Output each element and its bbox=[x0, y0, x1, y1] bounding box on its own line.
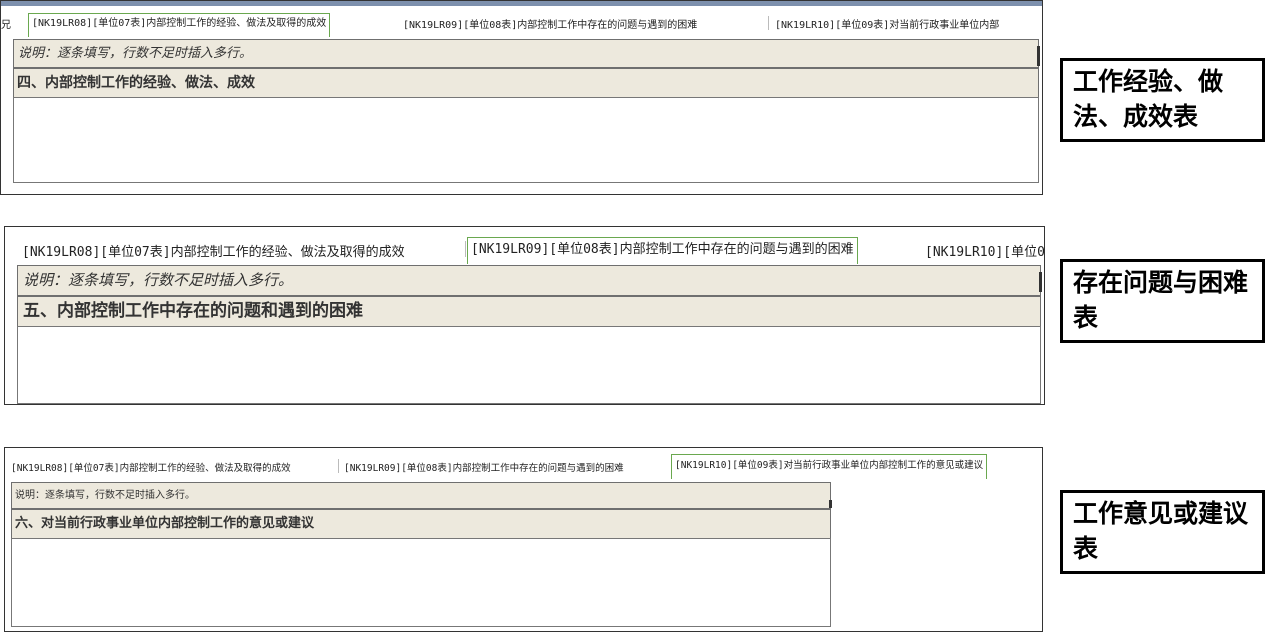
content-entry-area[interactable] bbox=[17, 326, 1041, 404]
row-resize-handle[interactable] bbox=[1039, 272, 1042, 292]
panel-table-07: 兄 [NK19LR08][单位07表]内部控制工作的经验、做法及取得的成效 [N… bbox=[0, 0, 1043, 195]
tab-nk19lr08[interactable]: [NK19LR08][单位07表]内部控制工作的经验、做法及取得的成效 bbox=[28, 13, 331, 37]
tab-nk19lr08[interactable]: [NK19LR08][单位07表]内部控制工作的经验、做法及取得的成效 bbox=[11, 460, 291, 474]
row-resize-handle[interactable] bbox=[829, 500, 832, 508]
panel-table-08: [NK19LR08][单位07表]内部控制工作的经验、做法及取得的成效 [NK1… bbox=[4, 226, 1045, 405]
tab-separator bbox=[338, 459, 339, 473]
window-top-strip bbox=[1, 1, 1042, 6]
section-heading: 六、对当前行政事业单位内部控制工作的意见或建议 bbox=[11, 509, 831, 539]
section-heading: 五、内部控制工作中存在的问题和遇到的困难 bbox=[17, 296, 1041, 327]
content-entry-area[interactable] bbox=[11, 538, 831, 627]
tab-bar: [NK19LR08][单位07表]内部控制工作的经验、做法及取得的成效 [NK1… bbox=[5, 237, 1044, 265]
instruction-note: 说明：逐条填写，行数不足时插入多行。 bbox=[13, 39, 1039, 68]
tab-separator bbox=[465, 241, 466, 257]
tab-nk19lr09[interactable]: [NK19LR09][单位08表]内部控制工作中存在的问题与遇到的困难 bbox=[467, 237, 858, 264]
tab-nk19lr09[interactable]: [NK19LR09][单位08表]内部控制工作中存在的问题与遇到的困难 bbox=[344, 460, 624, 474]
section-heading: 四、内部控制工作的经验、做法、成效 bbox=[13, 68, 1039, 98]
caption-suggestions-table: 工作意见或建议表 bbox=[1060, 490, 1265, 574]
tab-nk19lr10[interactable]: [NK19LR10][单位09表]对当前行政事业单位内部控制工作的意见或建议 bbox=[671, 454, 988, 479]
tab-separator bbox=[768, 16, 769, 30]
tab-bar: 兄 [NK19LR08][单位07表]内部控制工作的经验、做法及取得的成效 [N… bbox=[1, 13, 1042, 37]
tab-nk19lr10[interactable]: [NK19LR10][单位0 bbox=[925, 241, 1044, 260]
tab-nk19lr08[interactable]: [NK19LR08][单位07表]内部控制工作的经验、做法及取得的成效 bbox=[22, 241, 405, 260]
caption-experience-table: 工作经验、做法、成效表 bbox=[1060, 58, 1265, 142]
content-entry-area[interactable] bbox=[13, 97, 1039, 183]
tab-bar: [NK19LR08][单位07表]内部控制工作的经验、做法及取得的成效 [NK1… bbox=[5, 454, 1042, 480]
panel-table-09: [NK19LR08][单位07表]内部控制工作的经验、做法及取得的成效 [NK1… bbox=[4, 447, 1043, 632]
instruction-note: 说明：逐条填写，行数不足时插入多行。 bbox=[11, 482, 831, 509]
tab-partial-left[interactable]: 兄 bbox=[1, 16, 11, 31]
caption-problems-table: 存在问题与困难表 bbox=[1060, 259, 1265, 343]
tab-nk19lr10[interactable]: [NK19LR10][单位09表]对当前行政事业单位内部 bbox=[775, 16, 999, 31]
instruction-note: 说明：逐条填写，行数不足时插入多行。 bbox=[17, 265, 1041, 296]
row-resize-handle[interactable] bbox=[1037, 46, 1040, 66]
tab-nk19lr09[interactable]: [NK19LR09][单位08表]内部控制工作中存在的问题与遇到的困难 bbox=[403, 16, 697, 31]
